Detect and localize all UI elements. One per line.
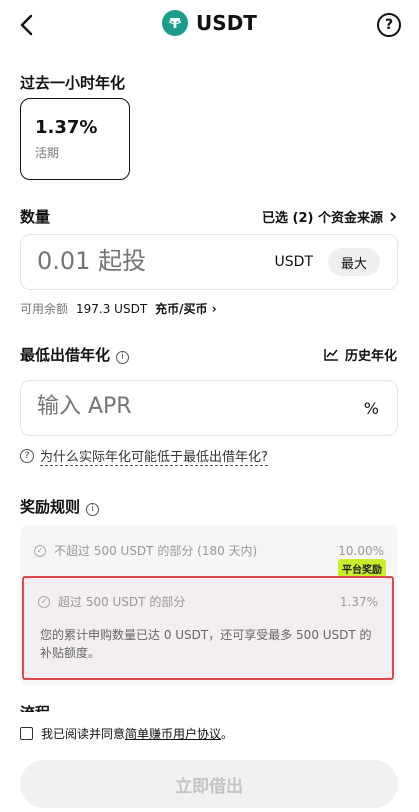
min-apr-label: 最低出借年化 bbox=[20, 346, 111, 364]
topup-link[interactable]: 充币/买币 › bbox=[155, 300, 217, 317]
quantity-input[interactable] bbox=[37, 247, 237, 275]
quantity-unit: USDT bbox=[274, 254, 313, 270]
subsidy-hint: 您的累计申购数量已达 0 USDT，还可享受最多 500 USDT 的补贴额度。 bbox=[40, 628, 372, 660]
apr-field: % bbox=[20, 380, 398, 436]
reward-tier-2: ✓ 超过 500 USDT 的部分 1.37% bbox=[38, 593, 378, 610]
header: USDT ? bbox=[0, 0, 419, 50]
title-group: USDT bbox=[0, 10, 419, 36]
fund-sources-link[interactable]: 已选 (2) 个资金来源 bbox=[262, 207, 397, 226]
reward-label: 奖励规则 bbox=[20, 498, 81, 516]
tier1-text: 不超过 500 USDT 的部分 (180 天内) bbox=[54, 544, 258, 558]
rate-label: 过去一小时年化 bbox=[20, 74, 126, 92]
min-apr-label-group: 最低出借年化 i bbox=[20, 344, 130, 365]
chevron-right-icon bbox=[390, 211, 397, 222]
agreement-row: 我已阅读并同意简单赚币用户协议。 bbox=[20, 725, 233, 742]
reward-label-group: 奖励规则 i bbox=[20, 496, 100, 517]
agreement-suffix: 。 bbox=[221, 727, 234, 741]
checkbox-icon[interactable] bbox=[20, 727, 33, 740]
agreement-prefix: 我已阅读并同意 bbox=[41, 727, 126, 741]
agreement-text: 我已阅读并同意简单赚币用户协议。 bbox=[41, 725, 233, 742]
tier2-text: 超过 500 USDT 的部分 bbox=[58, 595, 186, 609]
history-apr-link[interactable]: 历史年化 bbox=[324, 345, 397, 364]
usdt-coin-icon bbox=[162, 10, 189, 36]
info-icon[interactable]: i bbox=[116, 350, 130, 364]
tier2-pct: 1.37% bbox=[339, 594, 378, 609]
topup-text: 充币/买币 bbox=[155, 302, 208, 316]
apr-input[interactable] bbox=[37, 394, 297, 419]
quantity-label: 数量 bbox=[20, 208, 51, 226]
submit-button[interactable]: 立即借出 bbox=[20, 760, 398, 808]
fund-sources-text: 已选 (2) 个资金来源 bbox=[262, 211, 383, 226]
reward-tier-2-box: ✓ 超过 500 USDT 的部分 1.37% 您的累计申购数量已达 0 USD… bbox=[22, 576, 394, 680]
page-title: USDT bbox=[196, 11, 257, 35]
history-apr-text: 历史年化 bbox=[344, 349, 397, 364]
rate-card[interactable]: 1.37% 活期 bbox=[20, 98, 130, 180]
apr-unit: % bbox=[363, 399, 379, 418]
agreement-link[interactable]: 简单赚币用户协议 bbox=[125, 727, 221, 741]
check-circle-icon: ✓ bbox=[34, 544, 46, 557]
why-apr-link[interactable]: ? 为什么实际年化可能低于最低出借年化? bbox=[20, 446, 268, 466]
chart-icon bbox=[324, 349, 338, 361]
check-circle-icon: ✓ bbox=[38, 595, 50, 608]
balance-label: 可用余额 bbox=[20, 302, 69, 316]
rate-value: 1.37% bbox=[35, 117, 98, 138]
rate-type: 活期 bbox=[35, 146, 60, 160]
info-icon[interactable]: i bbox=[86, 502, 100, 516]
max-button[interactable]: 最大 bbox=[328, 248, 380, 276]
reward-tier-1: ✓ 不超过 500 USDT 的部分 (180 天内) 10.00% bbox=[34, 542, 384, 559]
tier1-pct: 10.00% bbox=[338, 543, 384, 558]
why-apr-text: 为什么实际年化可能低于最低出借年化? bbox=[40, 446, 268, 466]
help-icon[interactable]: ? bbox=[377, 13, 401, 37]
balance-value: 197.3 USDT bbox=[76, 301, 148, 316]
next-section-heading: 流程 bbox=[20, 702, 80, 712]
balance-row: 可用余额 197.3 USDT 充币/买币 › bbox=[20, 300, 217, 317]
question-icon: ? bbox=[20, 449, 34, 463]
quantity-field: USDT 最大 bbox=[20, 234, 398, 290]
